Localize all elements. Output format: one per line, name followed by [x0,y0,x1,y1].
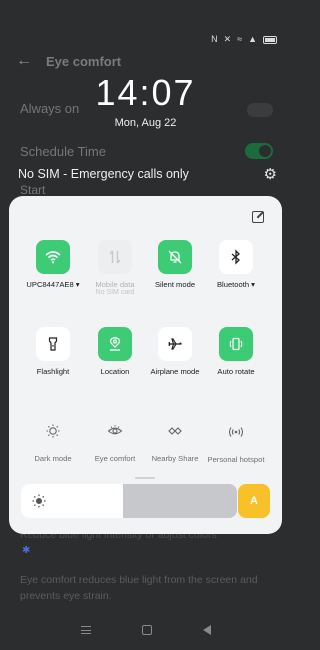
tile-label: UPC8447AE8 ▾ [26,280,80,289]
schedule-time-toggle [245,143,273,159]
edit-icon[interactable] [252,211,264,223]
sim-row: No SIM - Emergency calls only ⚙ [18,165,277,183]
tile-label: Eye comfort [94,454,136,463]
wifi-toggle-button[interactable] [36,240,70,274]
tile-location[interactable]: Location [82,327,148,376]
auto-brightness-button[interactable]: A [238,484,270,518]
navigation-bar [0,610,291,650]
tile-personal-hotspot[interactable]: Personal hotspot [203,414,269,464]
quick-settings-panel: UPC8447AE8 ▾ Mobile data No SIM card Sil… [9,196,282,534]
hotspot-icon [228,427,244,437]
dark-mode-icon [46,424,60,438]
tile-eye-comfort[interactable]: Eye comfort [82,414,148,463]
sim-status: No SIM - Emergency calls only [18,167,189,181]
recents-menu-icon[interactable] [80,626,91,634]
nearby-share-icon [168,427,182,435]
hotspot-toggle-button[interactable] [219,414,253,448]
tile-bluetooth[interactable]: Bluetooth ▾ [203,240,269,289]
background-title: Eye comfort [46,53,122,69]
tile-auto-rotate[interactable]: Auto rotate [203,327,269,376]
tile-label: Bluetooth ▾ [216,280,255,289]
tile-silent-mode[interactable]: Silent mode [142,240,208,289]
eye-icon [107,425,123,435]
home-icon[interactable] [141,625,152,635]
airplane-icon [168,338,182,350]
tile-label: Silent mode [154,280,196,289]
eye-comfort-toggle-button[interactable] [98,414,132,448]
tile-sublabel: No SIM card [95,289,135,297]
tile-label: Personal hotspot [207,455,265,464]
background-header: ← Eye comfort [16,50,275,72]
tile-label: Auto rotate [217,367,255,376]
dark-mode-toggle-button[interactable] [36,414,70,448]
tile-label: Nearby Share [151,454,199,463]
drag-handle[interactable] [135,477,155,479]
sun-icon [32,494,46,508]
battery-icon [263,35,277,44]
mobile-data-icon [109,250,121,264]
background-description: Eye comfort reduces blue light from the … [20,574,258,602]
brightness-slider[interactable] [21,484,237,518]
signal-icon: ▲ [248,34,257,44]
mute-icon: ✕ [223,34,232,44]
tile-mobile-data[interactable]: Mobile data No SIM card [82,240,148,298]
auto-rotate-toggle-button[interactable] [219,327,253,361]
location-icon [109,337,121,351]
tile-label: Flashlight [36,367,70,376]
tile-label: Airplane mode [150,367,200,376]
tile-label: Mobile data [95,280,135,289]
wifi-icon: ≈ [237,34,243,44]
bell-off-icon [168,250,182,264]
wifi-icon [45,251,61,264]
flashlight-toggle-button[interactable] [36,327,70,361]
tile-wifi[interactable]: UPC8447AE8 ▾ [20,240,86,289]
bluetooth-toggle-button[interactable] [219,240,253,274]
back-icon[interactable] [202,625,211,635]
nearby-share-toggle-button[interactable] [158,414,192,448]
silent-mode-toggle-button[interactable] [158,240,192,274]
tile-flashlight[interactable]: Flashlight [20,327,86,376]
mobile-data-toggle-button[interactable] [98,240,132,274]
nfc-icon: N [211,34,218,44]
airplane-mode-toggle-button[interactable] [158,327,192,361]
gear-small-icon: ✱ [22,545,31,556]
status-bar: N ✕ ≈ ▲ [0,0,291,44]
schedule-time-label: Schedule Time [20,144,106,159]
bluetooth-icon [231,249,240,265]
start-label: Start [20,183,46,197]
tile-dark-mode[interactable]: Dark mode [20,414,86,463]
clock-date: Mon, Aug 22 [114,117,177,129]
settings-gear-icon[interactable]: ⚙ [264,165,277,183]
tile-label: Location [100,367,130,376]
flashlight-icon [48,337,58,351]
tile-label: Dark mode [34,454,72,463]
rotate-icon [229,337,243,351]
back-arrow-icon: ← [16,52,32,69]
tile-nearby-share[interactable]: Nearby Share [142,414,208,463]
clock-time: 14:07 [95,72,196,113]
tile-airplane-mode[interactable]: Airplane mode [142,327,208,376]
location-toggle-button[interactable] [98,327,132,361]
